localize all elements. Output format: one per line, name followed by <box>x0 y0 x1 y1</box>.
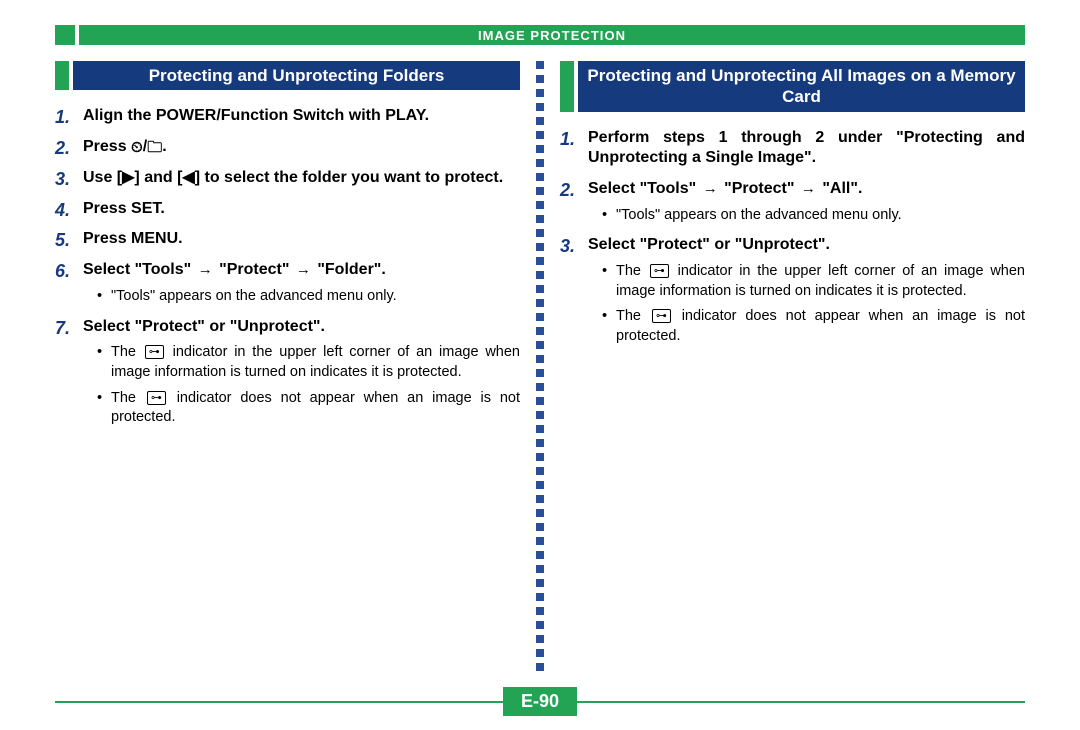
sub-list: "Tools" appears on the advanced menu onl… <box>83 287 520 307</box>
step-text: "All". <box>818 180 863 197</box>
key-icon: ⊶ <box>145 345 164 359</box>
title-text: Protecting and Unprotecting All Images o… <box>578 61 1025 112</box>
arrow-icon: → <box>799 180 818 197</box>
sub-list: The ⊶ indicator in the upper left corner… <box>83 343 520 427</box>
sub-text: indicator in the upper left corner of an… <box>616 263 1025 299</box>
step-text: Perform steps 1 through 2 under "Protect… <box>588 129 1025 167</box>
right-steps: Perform steps 1 through 2 under "Protect… <box>560 128 1025 347</box>
right-section-title: Protecting and Unprotecting All Images o… <box>560 61 1025 112</box>
step: Align the POWER/Function Switch with PLA… <box>55 106 520 127</box>
step: Press ⏲/🗀. <box>55 137 520 158</box>
header-accent-block <box>55 25 75 45</box>
folder-icon: 🗀 <box>147 139 162 156</box>
step: Use [▶] and [◀] to select the folder you… <box>55 168 520 189</box>
step-text: Select "Tools" <box>588 180 701 197</box>
sub-text: indicator does not appear when an image … <box>616 308 1025 344</box>
step-text: Select "Tools" <box>83 261 196 278</box>
step: Perform steps 1 through 2 under "Protect… <box>560 128 1025 170</box>
sub-list: The ⊶ indicator in the upper left corner… <box>588 262 1025 346</box>
sub-item: The ⊶ indicator does not appear when an … <box>97 389 520 428</box>
step-text: Press SET. <box>83 200 165 217</box>
key-icon: ⊶ <box>147 391 166 405</box>
sub-text: "Tools" appears on the advanced menu onl… <box>111 288 397 304</box>
sub-text: indicator does not appear when an image … <box>111 390 520 426</box>
footer-line <box>55 701 503 703</box>
step-text: . <box>162 138 166 155</box>
sub-item: The ⊶ indicator in the upper left corner… <box>602 262 1025 301</box>
step-text: Select "Protect" or "Unprotect". <box>588 236 830 253</box>
page-header: IMAGE PROTECTION <box>55 25 1025 45</box>
key-icon: ⊶ <box>652 309 671 323</box>
page-footer: E-90 <box>0 687 1080 716</box>
sub-text: The <box>111 390 145 406</box>
content-columns: Protecting and Unprotecting Folders Alig… <box>55 61 1025 671</box>
step: Select "Tools" → "Protect" → "Folder". "… <box>55 260 520 306</box>
step-text: Select "Protect" or "Unprotect". <box>83 318 325 335</box>
step-text: "Folder". <box>313 261 386 278</box>
sub-text: The <box>111 344 143 360</box>
sub-text: "Tools" appears on the advanced menu onl… <box>616 207 902 223</box>
sub-item: "Tools" appears on the advanced menu onl… <box>602 206 1025 226</box>
timer-icon: ⏲ <box>131 139 143 156</box>
left-section-title: Protecting and Unprotecting Folders <box>55 61 520 90</box>
key-icon: ⊶ <box>650 264 669 278</box>
header-title: IMAGE PROTECTION <box>478 28 626 43</box>
step: Select "Tools" → "Protect" → "All". "Too… <box>560 179 1025 225</box>
step: Press MENU. <box>55 229 520 250</box>
step: Press SET. <box>55 199 520 220</box>
step-text: "Protect" <box>720 180 799 197</box>
step-text: Use [▶] and [◀] to select the folder you… <box>83 169 503 186</box>
sub-item: The ⊶ indicator does not appear when an … <box>602 307 1025 346</box>
step-text: Align the POWER/Function Switch with PLA… <box>83 107 429 124</box>
step: Select "Protect" or "Unprotect". The ⊶ i… <box>55 317 520 428</box>
step: Select "Protect" or "Unprotect". The ⊶ i… <box>560 235 1025 346</box>
title-accent <box>55 61 69 90</box>
page-number: E-90 <box>503 687 577 716</box>
left-column: Protecting and Unprotecting Folders Alig… <box>55 61 540 671</box>
step-text: "Protect" <box>215 261 294 278</box>
sub-text: The <box>616 263 648 279</box>
step-text: Press <box>83 138 131 155</box>
title-accent <box>560 61 574 112</box>
right-column: Protecting and Unprotecting All Images o… <box>540 61 1025 671</box>
arrow-icon: → <box>294 261 313 278</box>
left-steps: Align the POWER/Function Switch with PLA… <box>55 106 520 427</box>
sub-text: The <box>616 308 650 324</box>
sub-text: indicator in the upper left corner of an… <box>111 344 520 380</box>
footer-line <box>577 701 1025 703</box>
step-text: Press MENU. <box>83 230 183 247</box>
header-title-bar: IMAGE PROTECTION <box>79 25 1025 45</box>
title-text: Protecting and Unprotecting Folders <box>73 61 520 90</box>
sub-item: "Tools" appears on the advanced menu onl… <box>97 287 520 307</box>
arrow-icon: → <box>196 261 215 278</box>
sub-list: "Tools" appears on the advanced menu onl… <box>588 206 1025 226</box>
manual-page: IMAGE PROTECTION Protecting and Unprotec… <box>0 0 1080 730</box>
arrow-icon: → <box>701 180 720 197</box>
sub-item: The ⊶ indicator in the upper left corner… <box>97 343 520 382</box>
